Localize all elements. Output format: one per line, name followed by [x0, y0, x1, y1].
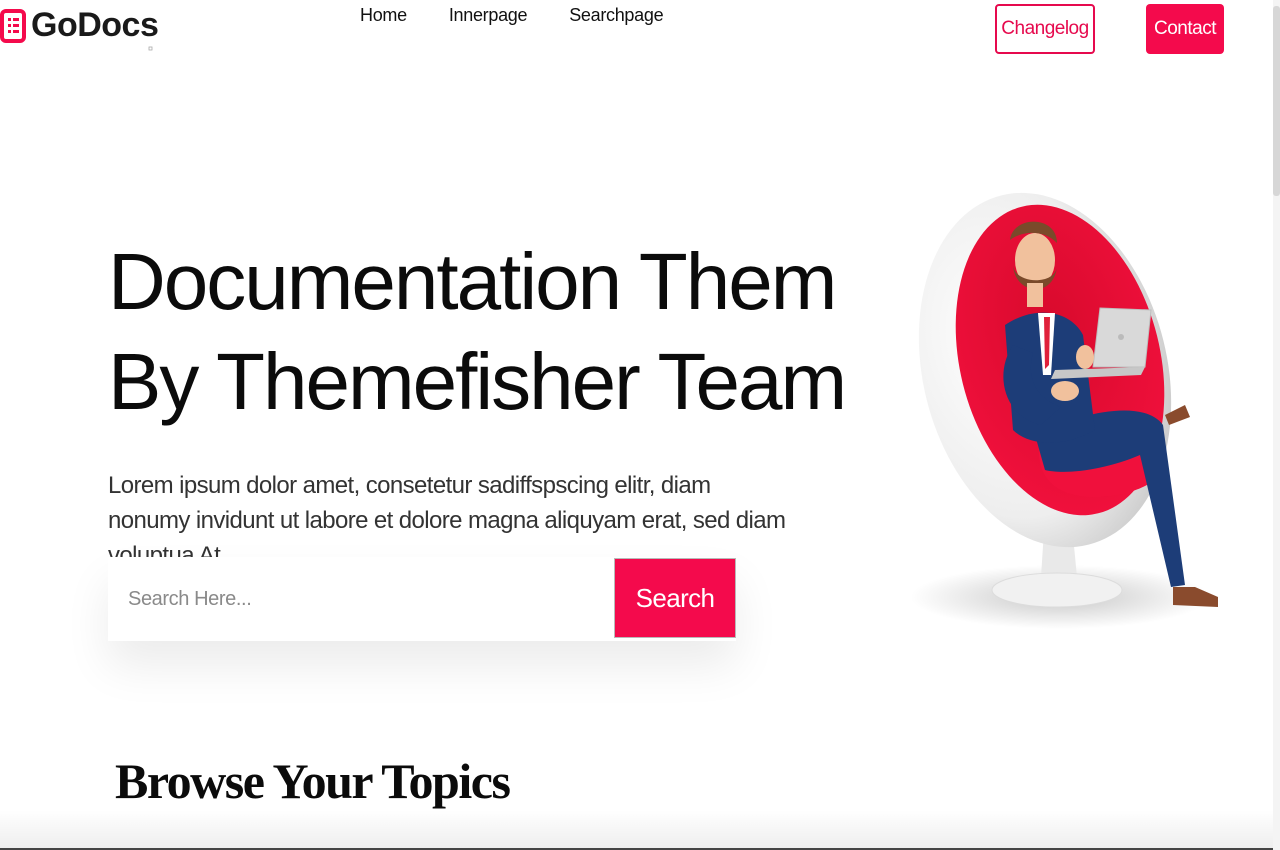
page: GoDocs Home Innerpage Searchpage Changel… [0, 0, 1280, 850]
hero-title-line-1: Documentation Them [108, 237, 837, 326]
changelog-button[interactable]: Changelog [995, 4, 1095, 54]
main-nav: Home Innerpage Searchpage [360, 5, 705, 26]
scrollbar-thumb[interactable] [1273, 6, 1280, 196]
brand-name: GoDocs [31, 5, 159, 44]
nav-link-home[interactable]: Home [360, 5, 407, 26]
hero-title-line-2: By Themefisher Team [108, 337, 847, 426]
search-button[interactable]: Search [614, 558, 736, 638]
bottom-shade [0, 810, 1280, 850]
contact-button[interactable]: Contact [1146, 4, 1224, 54]
logo-mark-dot [148, 46, 153, 51]
search-input[interactable] [108, 557, 614, 641]
nav-link-innerpage[interactable]: Innerpage [449, 5, 528, 26]
browse-topics-title: Browse Your Topics [115, 753, 511, 809]
search-form: Search [108, 557, 736, 641]
hero-title: Documentation Them By Themefisher Team [108, 232, 847, 432]
document-icon [0, 9, 26, 43]
nav-link-searchpage[interactable]: Searchpage [569, 5, 663, 26]
brand-logo[interactable]: GoDocs [0, 5, 159, 45]
hero-illustration [910, 192, 1218, 629]
